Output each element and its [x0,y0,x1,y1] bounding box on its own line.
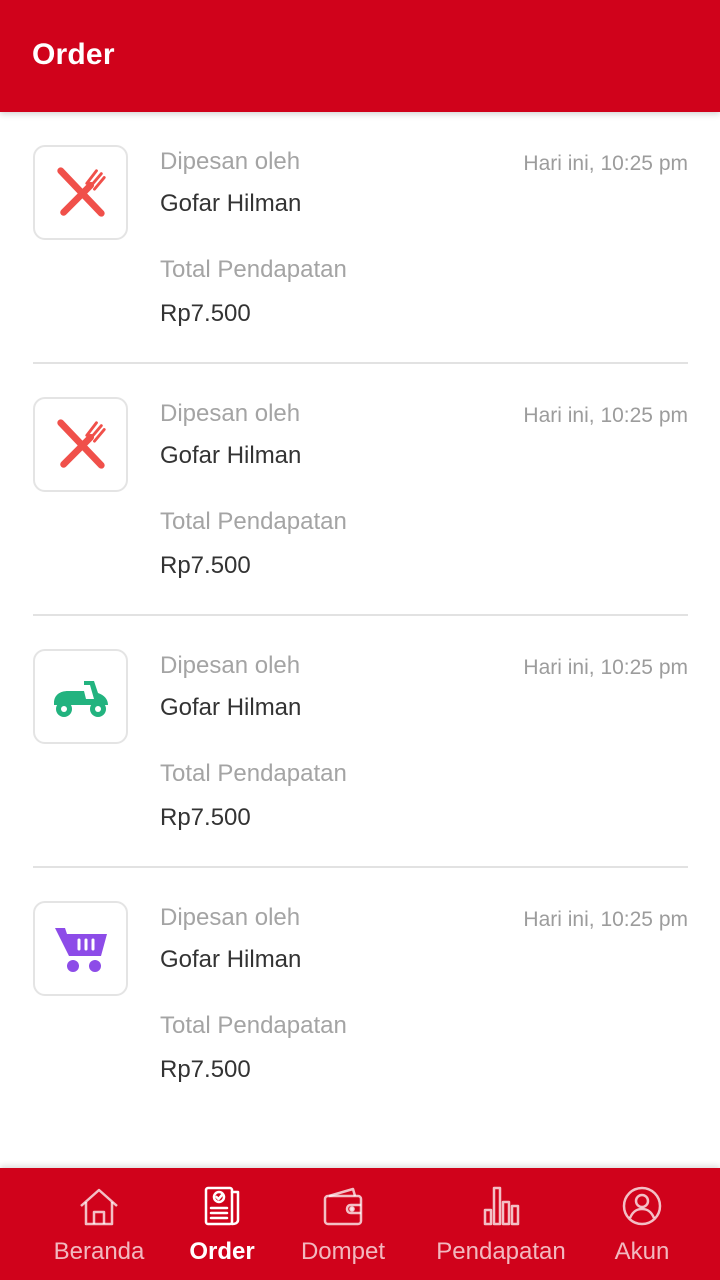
income-label: Total Pendapatan [160,508,347,535]
service-icon-box [33,145,128,240]
customer-name: Gofar Hilman [160,190,302,217]
order-card[interactable]: Dipesan oleh Hari ini, 10:25 pm Gofar Hi… [0,112,720,364]
nav-label: Pendapatan [436,1238,566,1265]
ordered-by-label: Dipesan oleh [160,400,301,427]
income-label: Total Pendapatan [160,256,347,283]
app-bar: Order [0,0,720,112]
account-icon [620,1184,664,1228]
wallet-icon [321,1184,365,1228]
income-value: Rp7.500 [160,804,251,831]
nav-item-pendapatan[interactable]: Pendapatan [426,1168,576,1280]
home-icon [77,1184,121,1228]
bar-chart-icon [479,1184,523,1228]
page-title: Order [32,38,115,71]
service-icon-box [33,397,128,492]
customer-name: Gofar Hilman [160,442,302,469]
shopping-cart-icon [54,927,107,972]
nav-label: Order [189,1238,255,1265]
income-label: Total Pendapatan [160,1012,347,1039]
nav-label: Beranda [53,1238,145,1265]
nav-item-dompet[interactable]: Dompet [294,1168,392,1280]
order-list: Dipesan oleh Hari ini, 10:25 pm Gofar Hi… [0,112,720,1120]
nav-label: Akun [614,1238,670,1265]
order-time: Hari ini, 10:25 pm [523,152,688,175]
food-icon [56,166,106,217]
order-list-icon [200,1184,244,1228]
ordered-by-label: Dipesan oleh [160,148,301,175]
order-card[interactable]: Dipesan oleh Hari ini, 10:25 pm Gofar Hi… [0,868,720,1120]
service-icon-box [33,649,128,744]
income-value: Rp7.500 [160,1056,251,1083]
order-time: Hari ini, 10:25 pm [523,908,688,931]
customer-name: Gofar Hilman [160,946,302,973]
nav-item-akun[interactable]: Akun [612,1168,672,1280]
order-time: Hari ini, 10:25 pm [523,404,688,427]
nav-item-order[interactable]: Order [188,1168,256,1280]
income-label: Total Pendapatan [160,760,347,787]
scooter-icon [53,680,108,717]
nav-item-beranda[interactable]: Beranda [48,1168,150,1280]
order-card[interactable]: Dipesan oleh Hari ini, 10:25 pm Gofar Hi… [0,364,720,616]
ordered-by-label: Dipesan oleh [160,652,301,679]
order-card[interactable]: Dipesan oleh Hari ini, 10:25 pm Gofar Hi… [0,616,720,868]
income-value: Rp7.500 [160,300,251,327]
customer-name: Gofar Hilman [160,694,302,721]
order-time: Hari ini, 10:25 pm [523,656,688,679]
service-icon-box [33,901,128,996]
bottom-nav: Beranda Order Dompet Pendapatan Akun [0,1168,720,1280]
ordered-by-label: Dipesan oleh [160,904,301,931]
nav-label: Dompet [300,1238,386,1265]
food-icon [56,418,106,469]
income-value: Rp7.500 [160,552,251,579]
